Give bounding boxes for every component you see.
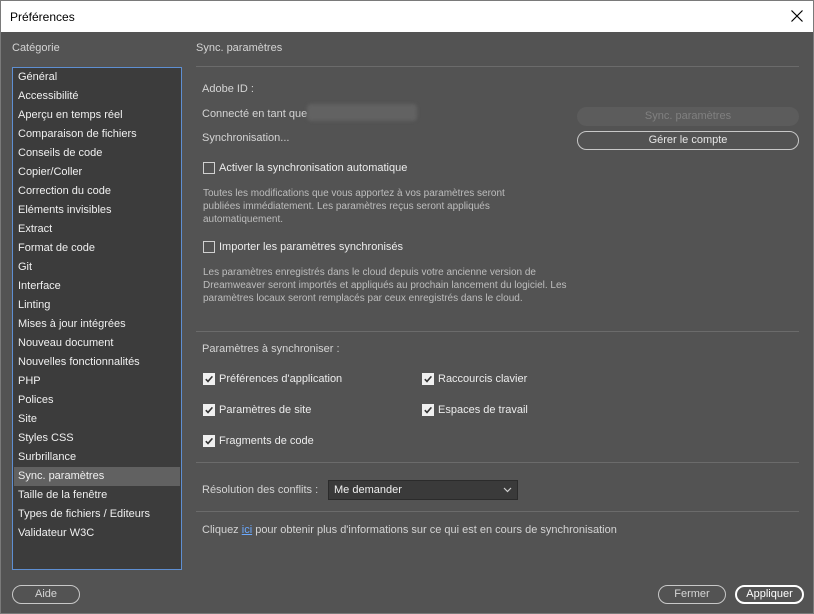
- category-item[interactable]: Copier/Coller: [14, 163, 180, 182]
- category-item[interactable]: Nouvelles fonctionnalités: [14, 353, 180, 372]
- import-sync-label: Importer les paramètres synchronisés: [219, 241, 404, 253]
- category-item[interactable]: Styles CSS: [14, 429, 180, 448]
- checkbox-box[interactable]: [203, 162, 215, 174]
- conflict-select[interactable]: Me demander: [328, 480, 518, 500]
- close-icon: [791, 10, 803, 22]
- category-item[interactable]: Git: [14, 258, 180, 277]
- category-item[interactable]: Format de code: [14, 239, 180, 258]
- category-item[interactable]: Correction du code: [14, 182, 180, 201]
- category-item[interactable]: Sync. paramètres: [14, 467, 180, 486]
- divider-bottom: [196, 511, 799, 512]
- category-item[interactable]: Eléments invisibles: [14, 201, 180, 220]
- sync-status: Synchronisation...: [202, 132, 290, 144]
- title-bar: Préférences: [1, 1, 813, 32]
- divider-top: [196, 66, 799, 67]
- import-sync-checkbox[interactable]: Importer les paramètres synchronisés: [203, 239, 403, 255]
- auto-sync-checkbox[interactable]: Activer la synchronisation automatique: [203, 160, 407, 176]
- info-link[interactable]: ici: [242, 524, 252, 536]
- workspaces-label: Espaces de travail: [438, 404, 528, 416]
- info-suffix: pour obtenir plus d'informations sur ce …: [252, 524, 617, 536]
- category-item[interactable]: Général: [14, 68, 180, 87]
- category-item[interactable]: Site: [14, 410, 180, 429]
- import-sync-description: Les paramètres enregistrés dans le cloud…: [203, 267, 567, 304]
- divider-middle: [196, 331, 799, 332]
- conflict-label: Résolution des conflits :: [202, 484, 319, 496]
- checkbox-box[interactable]: [203, 435, 215, 447]
- app-prefs-checkbox[interactable]: Préférences d'application: [203, 371, 342, 387]
- app-prefs-label: Préférences d'application: [219, 373, 343, 385]
- category-item[interactable]: Nouveau document: [14, 334, 180, 353]
- category-item[interactable]: Validateur W3C: [14, 524, 180, 543]
- conflict-select-value: Me demander: [334, 484, 402, 496]
- auto-sync-label: Activer la synchronisation automatique: [219, 162, 408, 174]
- category-item[interactable]: Linting: [14, 296, 180, 315]
- site-params-label: Paramètres de site: [219, 404, 312, 416]
- sync-section-label: Paramètres à synchroniser :: [202, 343, 340, 355]
- category-item[interactable]: Mises à jour intégrées: [14, 315, 180, 334]
- checkbox-box[interactable]: [422, 373, 434, 385]
- category-item[interactable]: Surbrillance: [14, 448, 180, 467]
- code-snippets-label: Fragments de code: [219, 435, 314, 447]
- shortcuts-label: Raccourcis clavier: [438, 373, 528, 385]
- category-item[interactable]: Taille de la fenêtre: [14, 486, 180, 505]
- category-item[interactable]: Interface: [14, 277, 180, 296]
- category-item[interactable]: Aperçu en temps réel: [14, 106, 180, 125]
- window-title: Préférences: [10, 10, 75, 24]
- category-item[interactable]: Comparaison de fichiers: [14, 125, 180, 144]
- divider-lower: [196, 462, 799, 463]
- apply-button[interactable]: Appliquer: [735, 585, 804, 604]
- category-list[interactable]: Général Accessibilité Aperçu en temps réel…: [12, 67, 182, 570]
- category-item[interactable]: PHP: [14, 372, 180, 391]
- checkbox-box[interactable]: [422, 404, 434, 416]
- sync-info-text: Cliquez ici pour obtenir plus d'informat…: [202, 524, 617, 536]
- category-item[interactable]: Polices: [14, 391, 180, 410]
- blurred-username: [307, 104, 417, 121]
- category-header: Catégorie: [12, 42, 60, 54]
- close-dialog-button[interactable]: Fermer: [658, 585, 726, 604]
- shortcuts-checkbox[interactable]: Raccourcis clavier: [422, 371, 527, 387]
- preferences-dialog: Préférences Catégorie Général Accessibili…: [0, 0, 814, 614]
- checkbox-box[interactable]: [203, 373, 215, 385]
- adobe-id-label: Adobe ID :: [202, 83, 254, 95]
- workspaces-checkbox[interactable]: Espaces de travail: [422, 402, 528, 418]
- dialog-content: Catégorie Général Accessibilité Aperçu en …: [1, 32, 813, 613]
- close-button[interactable]: [785, 4, 809, 28]
- panel-title: Sync. paramètres: [196, 42, 283, 54]
- checkbox-box[interactable]: [203, 404, 215, 416]
- info-prefix: Cliquez: [202, 524, 242, 536]
- auto-sync-description: Toutes les modifications que vous apport…: [203, 188, 505, 225]
- category-item[interactable]: Accessibilité: [14, 87, 180, 106]
- connected-label: Connecté en tant que: [202, 108, 308, 120]
- sync-settings-button[interactable]: Sync. paramètres: [577, 107, 799, 126]
- site-params-checkbox[interactable]: Paramètres de site: [203, 402, 311, 418]
- category-item[interactable]: Types de fichiers / Editeurs: [14, 505, 180, 524]
- category-item[interactable]: Conseils de code: [14, 144, 180, 163]
- manage-account-button[interactable]: Gérer le compte: [577, 131, 799, 150]
- category-item[interactable]: Extract: [14, 220, 180, 239]
- checkbox-box[interactable]: [203, 241, 215, 253]
- chevron-down-icon: [503, 487, 512, 493]
- code-snippets-checkbox[interactable]: Fragments de code: [203, 433, 314, 449]
- help-button[interactable]: Aide: [12, 585, 80, 604]
